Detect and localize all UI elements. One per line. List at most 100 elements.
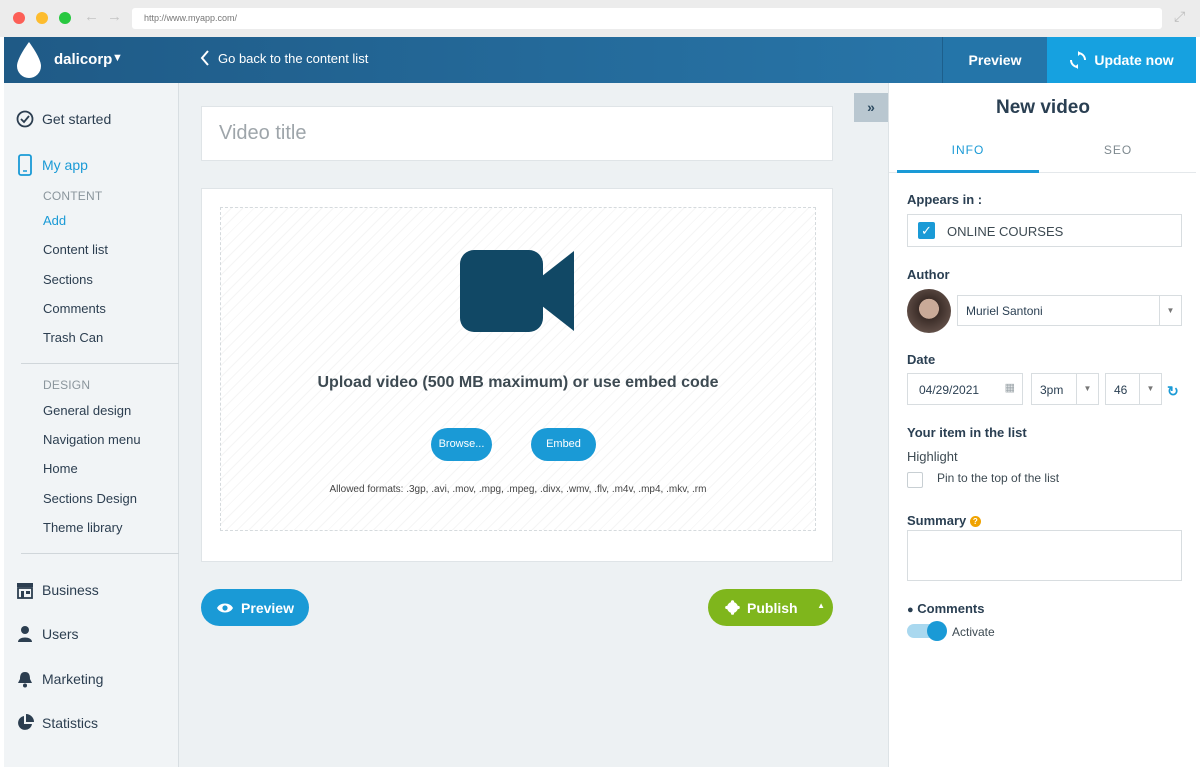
sidebar-item-get-started[interactable]: Get started xyxy=(16,110,111,128)
chevron-down-icon[interactable]: ▼ xyxy=(1139,374,1161,404)
sidebar-item-home[interactable]: Home xyxy=(43,461,78,476)
tab-info[interactable]: INFO xyxy=(897,143,1039,157)
sidebar-item-content-list[interactable]: Content list xyxy=(43,242,108,257)
zoom-window-dot[interactable] xyxy=(59,12,71,24)
allowed-formats-text: Allowed formats: .3gp, .avi, .mov, .mpg,… xyxy=(329,484,707,495)
embed-button[interactable]: Embed xyxy=(531,428,596,461)
check-icon[interactable]: ✓ xyxy=(918,222,935,239)
summary-label: Summary ? xyxy=(907,513,981,528)
sidebar-item-sections-design[interactable]: Sections Design xyxy=(43,491,137,506)
sidebar-item-label: My app xyxy=(42,157,88,173)
author-select[interactable]: Muriel Santoni ▼ xyxy=(957,295,1182,326)
hour-select[interactable]: 3pm ▼ xyxy=(1031,373,1099,405)
sidebar-item-label: Get started xyxy=(42,111,112,127)
url-field[interactable]: http://www.myapp.com/ xyxy=(132,8,1162,29)
video-title-input[interactable]: Video title xyxy=(201,106,833,161)
top-preview-button[interactable]: Preview xyxy=(942,37,1047,83)
author-label: Author xyxy=(907,267,950,282)
badge-icon xyxy=(725,600,740,615)
eye-icon xyxy=(217,603,234,612)
video-dropzone[interactable]: Upload video (500 MB maximum) or use emb… xyxy=(220,207,816,531)
close-window-dot[interactable] xyxy=(13,12,25,24)
sidebar-item-general-design[interactable]: General design xyxy=(43,403,131,418)
refresh-icon[interactable]: ↻ xyxy=(1167,383,1179,400)
design-section-heading: DESIGN xyxy=(43,378,91,392)
sync-icon xyxy=(1070,51,1087,69)
collapse-panel-button[interactable]: » xyxy=(854,93,888,122)
caret-up-icon[interactable]: ▲ xyxy=(817,601,825,610)
date-field[interactable]: 04/29/2021 ▦ xyxy=(907,373,1023,405)
chevron-left-icon xyxy=(200,50,209,66)
back-arrow-icon[interactable]: ← xyxy=(84,8,99,25)
sidebar-item-add[interactable]: Add xyxy=(43,213,66,228)
avatar xyxy=(907,289,951,333)
browse-button[interactable]: Browse... xyxy=(431,428,492,461)
org-name[interactable]: dalicorp xyxy=(54,51,112,68)
panel-title: New video xyxy=(996,97,1090,118)
appears-in-value: ONLINE COURSES xyxy=(947,224,1064,239)
sidebar-item-theme-library[interactable]: Theme library xyxy=(43,520,122,535)
check-circle-icon xyxy=(16,110,34,128)
comments-label-text: Comments xyxy=(917,601,985,616)
tab-seo[interactable]: SEO xyxy=(1047,143,1189,157)
browser-toolbar: ← → http://www.myapp.com/ ⤢ xyxy=(0,0,1200,37)
sidebar-item-marketing[interactable]: Marketing xyxy=(16,670,103,688)
store-icon xyxy=(17,583,33,599)
pin-label: Pin to the top of the list xyxy=(937,471,1060,485)
comments-toggle[interactable] xyxy=(907,621,947,641)
date-label: Date xyxy=(907,352,936,367)
summary-field[interactable] xyxy=(907,530,1182,581)
editor-area: Video title Upload video (500 MB maximum… xyxy=(179,83,889,767)
sidebar-item-label: Users xyxy=(42,626,79,642)
comments-label: ● Comments xyxy=(907,601,984,616)
minimize-window-dot[interactable] xyxy=(36,12,48,24)
user-icon xyxy=(18,626,32,642)
summary-label-text: Summary xyxy=(907,513,967,528)
fullscreen-icon[interactable]: ⤢ xyxy=(1174,8,1185,25)
top-bar: dalicorp ▼ Go back to the content list P… xyxy=(4,37,1196,83)
date-value: 04/29/2021 xyxy=(919,383,980,397)
minute-value: 46 xyxy=(1114,383,1128,397)
update-now-label: Update now xyxy=(1094,52,1174,68)
chevron-down-icon[interactable]: ▼ xyxy=(1076,374,1098,404)
speech-bubble-icon: ● xyxy=(907,604,914,616)
sidebar-item-navigation-menu[interactable]: Navigation menu xyxy=(43,432,141,447)
update-now-button[interactable]: Update now xyxy=(1047,37,1196,83)
sidebar-divider xyxy=(21,553,179,554)
content-section-heading: CONTENT xyxy=(43,189,103,203)
minute-select[interactable]: 46 ▼ xyxy=(1105,373,1162,405)
app-window: dalicorp ▼ Go back to the content list P… xyxy=(4,37,1196,767)
activate-label: Activate xyxy=(952,625,995,639)
sidebar-item-sections[interactable]: Sections xyxy=(43,272,93,287)
sidebar-item-my-app[interactable]: My app xyxy=(16,154,88,176)
publish-button[interactable]: Publish ▲ xyxy=(708,589,833,626)
list-section-label: Your item in the list xyxy=(907,425,1027,440)
upload-instructions: Upload video (500 MB maximum) or use emb… xyxy=(317,374,719,391)
drop-logo-icon xyxy=(17,42,41,78)
chevron-down-icon[interactable]: ▼ xyxy=(112,52,123,64)
sidebar-item-statistics[interactable]: Statistics xyxy=(16,714,98,732)
appears-in-field[interactable]: ✓ ONLINE COURSES xyxy=(907,214,1182,247)
sidebar-item-label: Business xyxy=(42,582,99,598)
back-to-content-link[interactable]: Go back to the content list xyxy=(200,50,368,66)
forward-arrow-icon[interactable]: → xyxy=(107,8,122,25)
chevron-down-icon[interactable]: ▼ xyxy=(1159,296,1181,325)
toggle-knob[interactable] xyxy=(927,621,947,641)
preview-button-label: Preview xyxy=(241,599,294,616)
settings-panel: New video INFO SEO Appears in : ✓ ONLINE… xyxy=(888,83,1196,767)
pie-chart-icon xyxy=(18,714,34,730)
sidebar-item-trash-can[interactable]: Trash Can xyxy=(43,330,103,345)
sidebar-item-comments[interactable]: Comments xyxy=(43,301,106,316)
sidebar-item-business[interactable]: Business xyxy=(16,581,99,599)
calendar-icon[interactable]: ▦ xyxy=(1005,381,1015,394)
video-camera-icon xyxy=(460,250,574,332)
sidebar: Get started My app CONTENT Add Content l… xyxy=(4,83,179,767)
sidebar-item-users[interactable]: Users xyxy=(16,625,79,643)
help-icon[interactable]: ? xyxy=(969,516,981,527)
active-tab-indicator xyxy=(897,170,1039,173)
hour-value: 3pm xyxy=(1040,383,1064,397)
pin-checkbox[interactable] xyxy=(907,472,923,488)
preview-button[interactable]: Preview xyxy=(201,589,309,626)
appears-in-label: Appears in : xyxy=(907,192,983,207)
highlight-label: Highlight xyxy=(907,449,958,464)
